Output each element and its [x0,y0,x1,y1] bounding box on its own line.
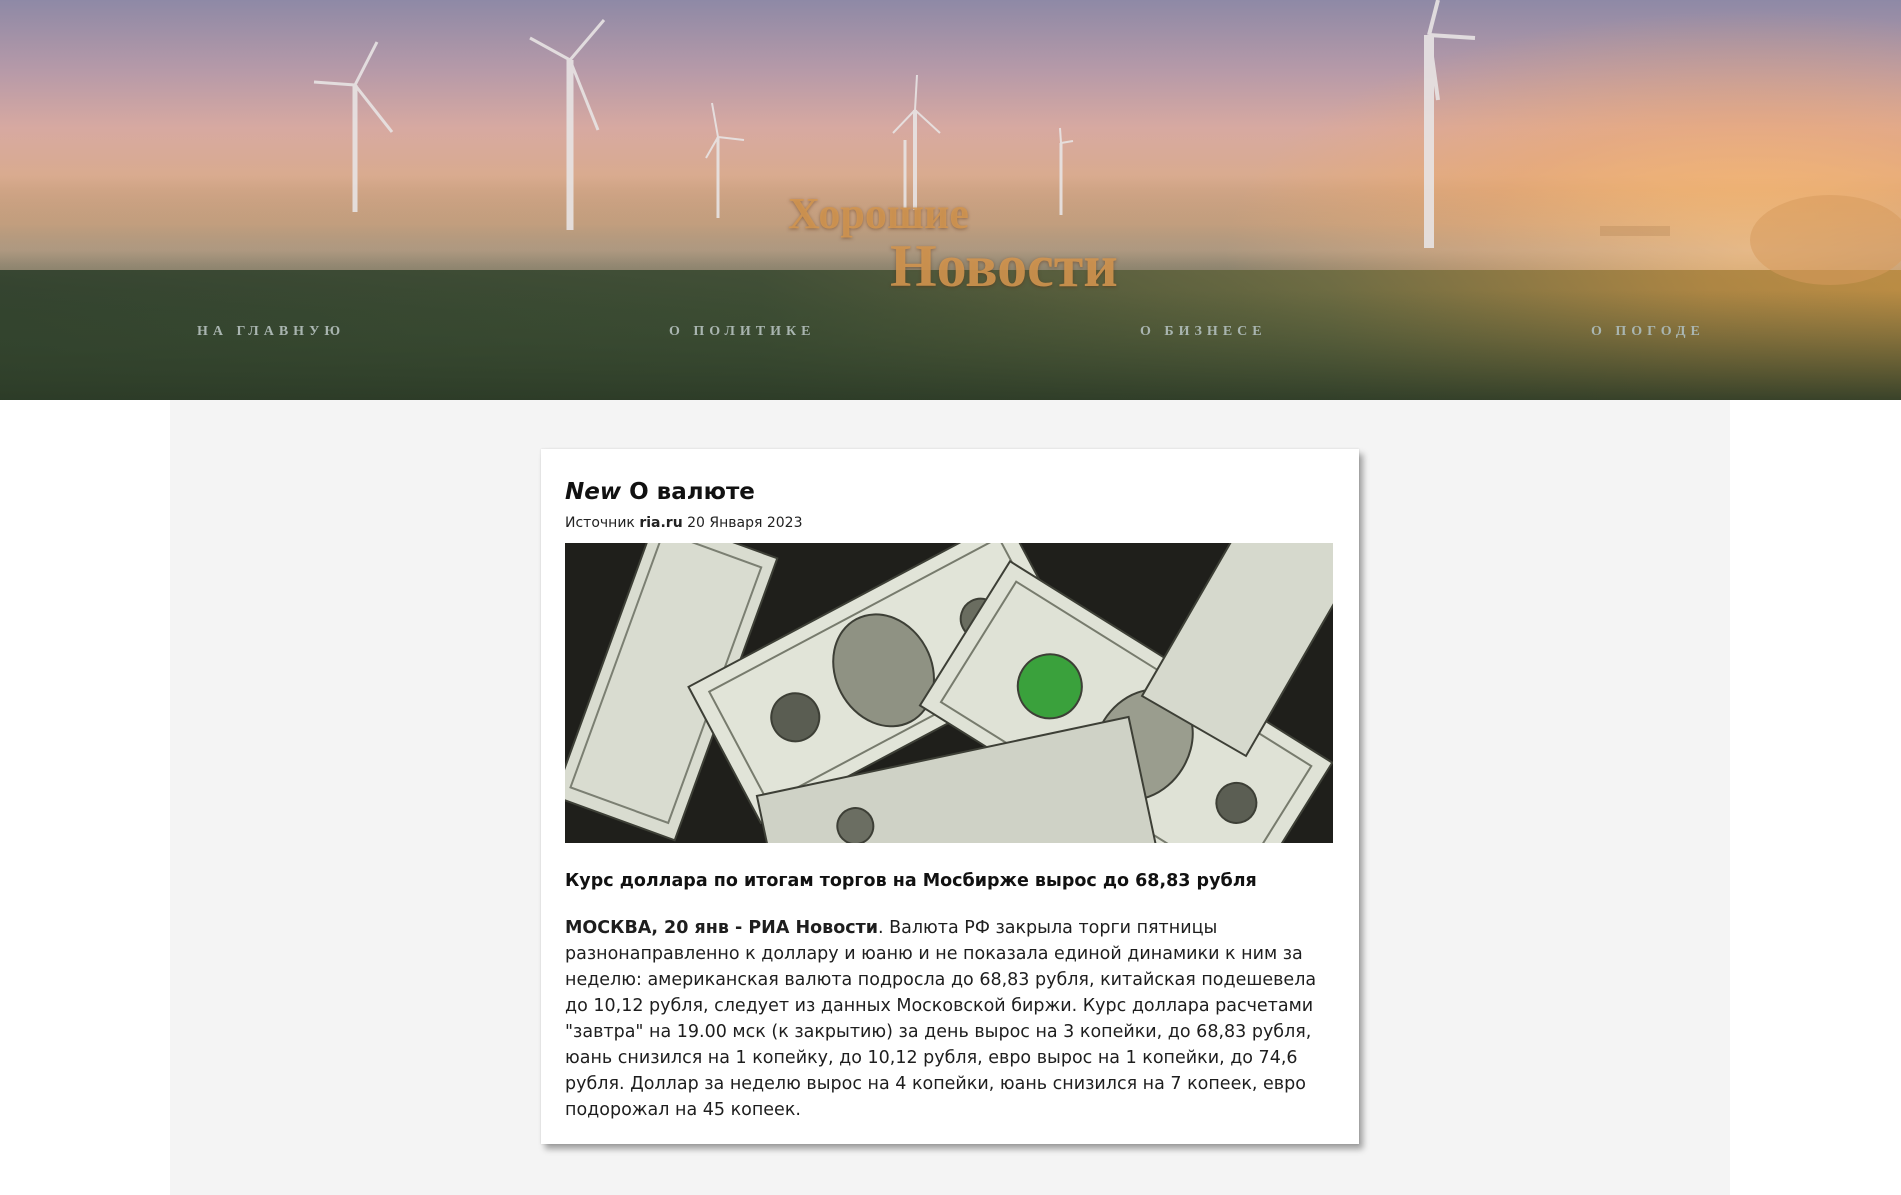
news-card: New О валюте Источник ria.ru 20 Января 2… [541,449,1359,1144]
article-image [565,543,1333,843]
nav-link-politics[interactable]: О ПОЛИТИКЕ [669,324,816,340]
article-title[interactable]: New О валюте [565,479,755,505]
article-meta: Источник ria.ru 20 Января 2023 [565,515,803,531]
article-body: МОСКВА, 20 янв - РИА Новости. Валюта РФ … [565,915,1337,1123]
nav-link-weather[interactable]: О ПОГОДЕ [1591,324,1705,340]
nav-link-home[interactable]: НА ГЛАВНУЮ [197,324,345,340]
main-nav: НА ГЛАВНУЮ О ПОЛИТИКЕ О БИЗНЕСЕ О ПОГОДЕ [0,324,1901,344]
article-headline: Курс доллара по итогам торгов на Мосбирж… [565,871,1257,891]
article-lead: МОСКВА, 20 янв - РИА Новости [565,918,879,938]
article-date: 20 Января 2023 [687,515,803,531]
nav-link-business[interactable]: О БИЗНЕСЕ [1140,324,1267,340]
new-badge: New [565,479,622,505]
source-label: Источник [565,515,635,531]
article-body-text: . Валюта РФ закрыла торги пятницы разнон… [565,918,1317,1120]
source-link[interactable]: ria.ru [639,515,682,531]
turbine-group [313,0,1476,248]
hero-header: Хорошие Новости НА ГЛАВНУЮ О ПОЛИТИКЕ О … [0,0,1901,400]
dollar-banknotes-image [565,543,1333,843]
article-title-text: О валюте [629,479,755,505]
